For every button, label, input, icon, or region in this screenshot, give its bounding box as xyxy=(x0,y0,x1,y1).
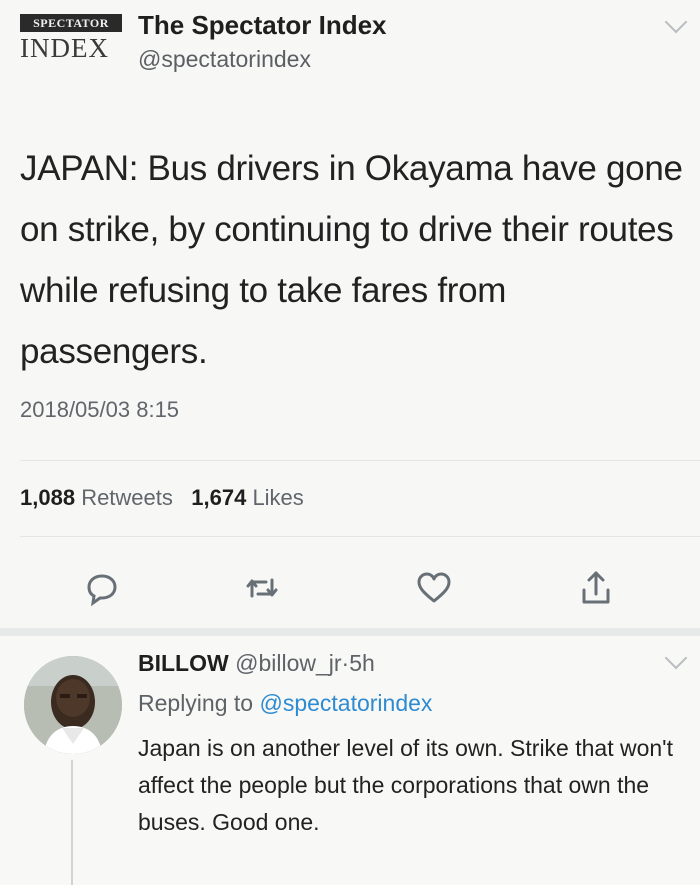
tweet-actions xyxy=(0,560,700,620)
replying-to: Replying to @spectatorindex xyxy=(138,690,432,717)
divider xyxy=(20,536,700,537)
reply-author-handle[interactable]: @billow_jr xyxy=(235,650,341,676)
retweets-label[interactable]: Retweets xyxy=(81,485,173,510)
tweet-text: JAPAN: Bus drivers in Okayama have gone … xyxy=(20,149,683,371)
chevron-down-icon[interactable] xyxy=(664,646,688,670)
chevron-down-icon[interactable] xyxy=(664,10,688,34)
likes-label[interactable]: Likes xyxy=(252,485,303,510)
avatar[interactable] xyxy=(24,656,122,754)
tweet-card: SPECTATOR INDEX The Spectator Index @spe… xyxy=(0,0,700,630)
replying-mention[interactable]: @spectatorindex xyxy=(259,690,432,716)
retweet-icon[interactable] xyxy=(242,568,282,608)
replying-prefix: Replying to xyxy=(138,690,254,716)
reply-text: Japan is on another level of its own. St… xyxy=(138,735,673,835)
retweets-count[interactable]: 1,088 xyxy=(20,485,75,510)
reply-age[interactable]: 5h xyxy=(349,650,375,676)
share-icon[interactable] xyxy=(576,568,616,608)
tweet-stats: 1,088 Retweets 1,674 Likes xyxy=(20,485,304,511)
reply-icon[interactable] xyxy=(82,568,122,608)
thread-line xyxy=(71,760,73,885)
spectator-index-logo[interactable]: SPECTATOR INDEX xyxy=(20,14,124,76)
reply-author-name[interactable]: BILLOW xyxy=(138,650,229,676)
separator xyxy=(0,628,700,636)
likes-count[interactable]: 1,674 xyxy=(191,485,246,510)
divider xyxy=(20,460,700,461)
author-handle[interactable]: @spectatorindex xyxy=(138,46,311,73)
reply-header: BILLOW @billow_jr·5h xyxy=(138,650,375,677)
logo-top-text: SPECTATOR xyxy=(20,14,122,32)
reply-tweet[interactable]: BILLOW @billow_jr·5h Replying to @specta… xyxy=(0,636,700,885)
tweet-timestamp[interactable]: 2018/05/03 8:15 xyxy=(20,397,179,423)
like-icon[interactable] xyxy=(414,568,454,608)
logo-bottom-text: INDEX xyxy=(20,33,109,63)
author-name[interactable]: The Spectator Index xyxy=(138,10,387,41)
